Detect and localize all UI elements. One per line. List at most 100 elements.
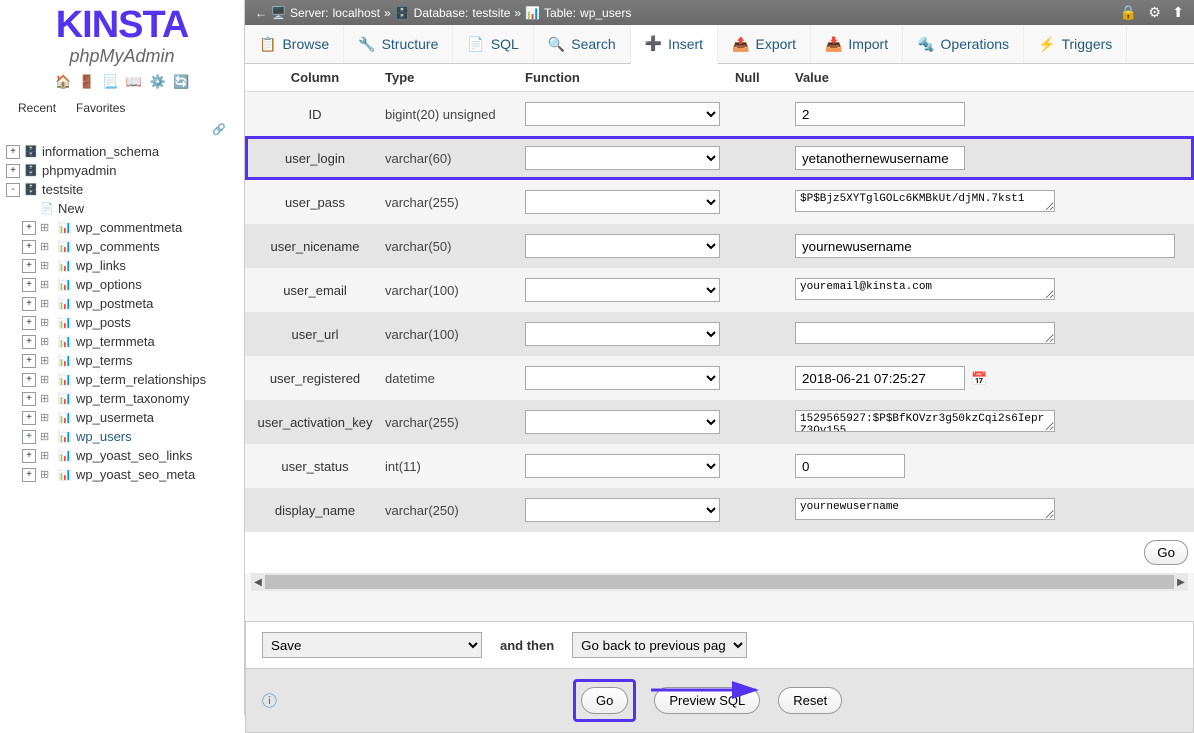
horizontal-scrollbar[interactable]: ◀ ▶	[251, 573, 1188, 591]
tree-item-testsite[interactable]: -🗄️testsite	[2, 180, 242, 199]
settings-icon[interactable]: ⚙️	[149, 74, 165, 90]
up-icon[interactable]: ⬆	[1172, 4, 1184, 20]
tab-search[interactable]: 🔍Search	[534, 25, 631, 63]
col-type: varchar(255)	[385, 415, 525, 430]
tab-triggers[interactable]: ⚡Triggers	[1024, 25, 1127, 63]
tree-item-wp-postmeta[interactable]: +⊞📊wp_postmeta	[2, 294, 242, 313]
after-action-select[interactable]: Go back to previous page	[572, 632, 747, 658]
tree-toggle-icon[interactable]: +	[22, 468, 36, 482]
bc-db[interactable]: testsite	[472, 6, 510, 20]
tree-item-wp-terms[interactable]: +⊞📊wp_terms	[2, 351, 242, 370]
logout-icon[interactable]: 🚪	[79, 74, 95, 90]
row-display_name: display_namevarchar(250)yournewusername	[245, 488, 1194, 532]
save-select[interactable]: Save	[262, 632, 482, 658]
tab-operations[interactable]: 🔩Operations	[903, 25, 1024, 63]
tree-item-wp-term-taxonomy[interactable]: +⊞📊wp_term_taxonomy	[2, 389, 242, 408]
function-select-user_url[interactable]	[525, 322, 720, 346]
tree-toggle-icon[interactable]: +	[22, 240, 36, 254]
tree-toggle-icon[interactable]: +	[22, 373, 36, 387]
value-input-user_pass[interactable]: $P$Bjz5XYTglGOLc6KMBkUt/djMN.7kst1	[795, 190, 1055, 212]
value-input-user_url[interactable]	[795, 322, 1055, 344]
scroll-thumb[interactable]	[265, 575, 1174, 589]
tree-item-wp-options[interactable]: +⊞📊wp_options	[2, 275, 242, 294]
tab-label: Triggers	[1061, 36, 1112, 52]
tab-sql[interactable]: 📄SQL	[453, 25, 533, 63]
tree-item-wp-term-relationships[interactable]: +⊞📊wp_term_relationships	[2, 370, 242, 389]
tab-insert[interactable]: ➕Insert	[631, 25, 718, 64]
tree-toggle-icon[interactable]: +	[22, 392, 36, 406]
calendar-icon[interactable]: 📅	[971, 371, 987, 387]
value-input-user_email[interactable]: youremail@kinsta.com	[795, 278, 1055, 300]
sql-icon[interactable]: 📃	[102, 74, 118, 90]
tab-label: Export	[756, 36, 796, 52]
value-input-user_login[interactable]	[795, 146, 965, 170]
value-input-user_registered[interactable]	[795, 366, 965, 390]
col-type: int(11)	[385, 459, 525, 474]
tree-toggle-icon[interactable]: +	[22, 259, 36, 273]
function-select-user_pass[interactable]	[525, 190, 720, 214]
function-select-user_login[interactable]	[525, 146, 720, 170]
tree-item-wp-commentmeta[interactable]: +⊞📊wp_commentmeta	[2, 218, 242, 237]
function-select-user_nicename[interactable]	[525, 234, 720, 258]
tab-favorites[interactable]: Favorites	[66, 97, 135, 119]
tree-item-wp-usermeta[interactable]: +⊞📊wp_usermeta	[2, 408, 242, 427]
gear-icon[interactable]: ⚙	[1148, 4, 1161, 20]
tree-toggle-icon[interactable]: +	[22, 221, 36, 235]
function-select-user_activation_key[interactable]	[525, 410, 720, 434]
tree-toggle-icon[interactable]: -	[6, 183, 20, 197]
tab-recent[interactable]: Recent	[8, 97, 66, 119]
tree-toggle-icon[interactable]: +	[22, 316, 36, 330]
tree-item-phpmyadmin[interactable]: +🗄️phpmyadmin	[2, 161, 242, 180]
docs-icon[interactable]: 📖	[126, 74, 142, 90]
function-select-user_status[interactable]	[525, 454, 720, 478]
value-input-display_name[interactable]: yournewusername	[795, 498, 1055, 520]
tree-toggle-icon[interactable]: +	[6, 145, 20, 159]
tree-item-wp-links[interactable]: +⊞📊wp_links	[2, 256, 242, 275]
function-select-user_registered[interactable]	[525, 366, 720, 390]
reload-icon[interactable]: 🔄	[173, 74, 189, 90]
tree-toggle-icon[interactable]: +	[22, 411, 36, 425]
tab-browse[interactable]: 📋Browse	[245, 25, 344, 63]
bc-table[interactable]: wp_users	[580, 6, 631, 20]
value-input-ID[interactable]	[795, 102, 965, 126]
scroll-right-icon[interactable]: ▶	[1174, 573, 1188, 591]
tree-toggle-icon[interactable]: +	[22, 335, 36, 349]
export-icon: 📤	[732, 36, 749, 53]
tree-toggle-icon[interactable]: +	[22, 354, 36, 368]
tree-item-information-schema[interactable]: +🗄️information_schema	[2, 142, 242, 161]
tree-toggle-icon[interactable]: +	[22, 297, 36, 311]
collapse-icon[interactable]: 🔗	[0, 121, 244, 138]
info-icon[interactable]: ⓘ	[262, 690, 277, 711]
tree-toggle-icon[interactable]: +	[22, 449, 36, 463]
row-user_registered: user_registereddatetime📅	[245, 356, 1194, 400]
tree-toggle-icon[interactable]: +	[22, 278, 36, 292]
tab-import[interactable]: 📥Import	[811, 25, 903, 63]
function-select-user_email[interactable]	[525, 278, 720, 302]
go-button-bottom[interactable]: Go	[581, 687, 628, 714]
function-select-ID[interactable]	[525, 102, 720, 126]
tree-toggle-icon[interactable]: +	[22, 430, 36, 444]
value-input-user_nicename[interactable]	[795, 234, 1175, 258]
home-icon[interactable]: 🏠	[55, 74, 71, 90]
bc-server[interactable]: localhost	[333, 6, 380, 20]
tree-item-wp-termmeta[interactable]: +⊞📊wp_termmeta	[2, 332, 242, 351]
tree-item-wp-yoast-seo-meta[interactable]: +⊞📊wp_yoast_seo_meta	[2, 465, 242, 484]
scroll-left-icon[interactable]: ◀	[251, 573, 265, 591]
table-icon: 📊	[525, 6, 540, 20]
tree-item-wp-users[interactable]: +⊞📊wp_users	[2, 427, 242, 446]
tree-item-wp-posts[interactable]: +⊞📊wp_posts	[2, 313, 242, 332]
left-arrow-icon[interactable]: ←	[255, 6, 267, 20]
function-select-display_name[interactable]	[525, 498, 720, 522]
tree-item-wp-comments[interactable]: +⊞📊wp_comments	[2, 237, 242, 256]
reset-button[interactable]: Reset	[778, 687, 842, 714]
tree-toggle-icon[interactable]: +	[6, 164, 20, 178]
lock-icon[interactable]: 🔒	[1120, 4, 1137, 20]
value-input-user_activation_key[interactable]: 1529565927:$P$BfKOVzr3g50kzCqi2s6IeprZ3O…	[795, 410, 1055, 432]
tab-structure[interactable]: 🔧Structure	[344, 25, 453, 63]
tab-export[interactable]: 📤 Export	[718, 25, 811, 63]
go-button-top[interactable]: Go	[1144, 540, 1188, 565]
tree-item-New[interactable]: 📄New	[2, 199, 242, 218]
structure-icon: 🔧	[358, 36, 375, 53]
value-input-user_status[interactable]	[795, 454, 905, 478]
tree-item-wp-yoast-seo-links[interactable]: +⊞📊wp_yoast_seo_links	[2, 446, 242, 465]
